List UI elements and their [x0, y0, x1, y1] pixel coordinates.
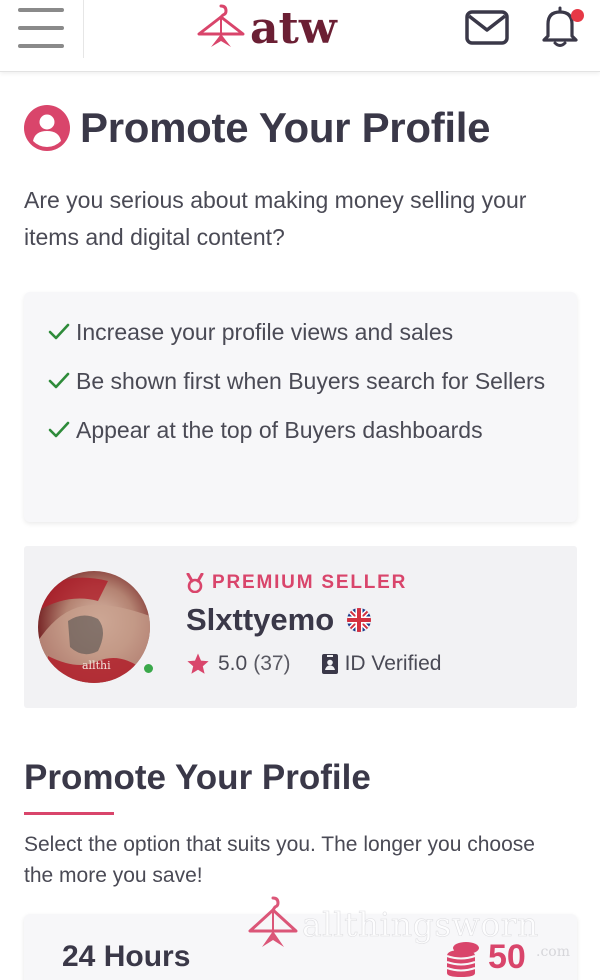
premium-badge: PREMIUM SELLER — [186, 572, 407, 594]
avatar-watermark: allthi — [82, 659, 111, 672]
id-verified: ID Verified — [321, 652, 442, 676]
menu-button[interactable] — [0, 0, 84, 58]
intro-text: Are you serious about making money selli… — [24, 187, 527, 250]
premium-seller-label: PREMIUM SELLER — [212, 572, 408, 593]
rating-row: 5.0 (37) ID Verified — [186, 652, 441, 676]
menu-icon-bar — [18, 44, 64, 48]
section-subtitle: Select the option that suits you. The lo… — [24, 833, 535, 887]
uk-flag-icon — [347, 608, 372, 632]
benefit-item: Increase your profile views and sales — [48, 314, 557, 350]
mail-icon — [465, 10, 509, 45]
check-icon — [48, 412, 70, 448]
check-icon — [48, 363, 70, 399]
hanger-watermark-icon — [248, 896, 298, 947]
watermark-text: allthingsworn — [302, 904, 539, 944]
benefit-item: Appear at the top of Buyers dashboards — [48, 412, 557, 448]
site-logo[interactable]: atw — [196, 2, 337, 54]
benefit-text: Increase your profile views and sales — [76, 319, 454, 345]
medal-icon — [186, 573, 204, 593]
menu-icon-bar — [18, 8, 64, 12]
benefit-text: Be shown first when Buyers search for Se… — [76, 368, 546, 394]
benefit-item: Be shown first when Buyers search for Se… — [48, 363, 557, 399]
page-title: Promote Your Profile — [80, 104, 491, 151]
user-icon — [24, 105, 70, 151]
site-watermark: allthingsworn — [246, 895, 539, 953]
check-icon — [48, 314, 70, 350]
id-badge-icon — [321, 654, 338, 674]
hanger-logo-icon — [197, 4, 245, 47]
rating-value: 5.0 — [218, 652, 248, 675]
notification-dot — [571, 9, 584, 22]
logo-text: atw — [250, 2, 337, 54]
online-status-dot — [142, 662, 155, 675]
seller-name-row: Slxttyemo — [186, 602, 372, 638]
top-nav-bar: atw — [0, 0, 600, 72]
menu-icon-bar — [18, 26, 64, 30]
option-duration: 24 Hours — [62, 940, 191, 973]
id-verified-label: ID Verified — [344, 652, 442, 675]
benefits-box: Increase your profile views and sales Be… — [24, 292, 577, 522]
rating-count: (37) — [253, 652, 291, 675]
page-header: Promote Your Profile — [24, 104, 490, 152]
star-icon — [187, 653, 209, 674]
messages-button[interactable] — [464, 8, 510, 48]
seller-name[interactable]: Slxttyemo — [186, 602, 334, 638]
benefit-text: Appear at the top of Buyers dashboards — [76, 417, 483, 443]
seller-card[interactable]: allthi PREMIUM SELLER Slxttyemo 5.0 (37) — [24, 546, 577, 708]
section-title: Promote Your Profile — [24, 758, 371, 797]
seller-avatar[interactable]: allthi — [38, 571, 150, 683]
watermark-sub: .com — [536, 944, 570, 960]
section-underline — [24, 812, 114, 815]
